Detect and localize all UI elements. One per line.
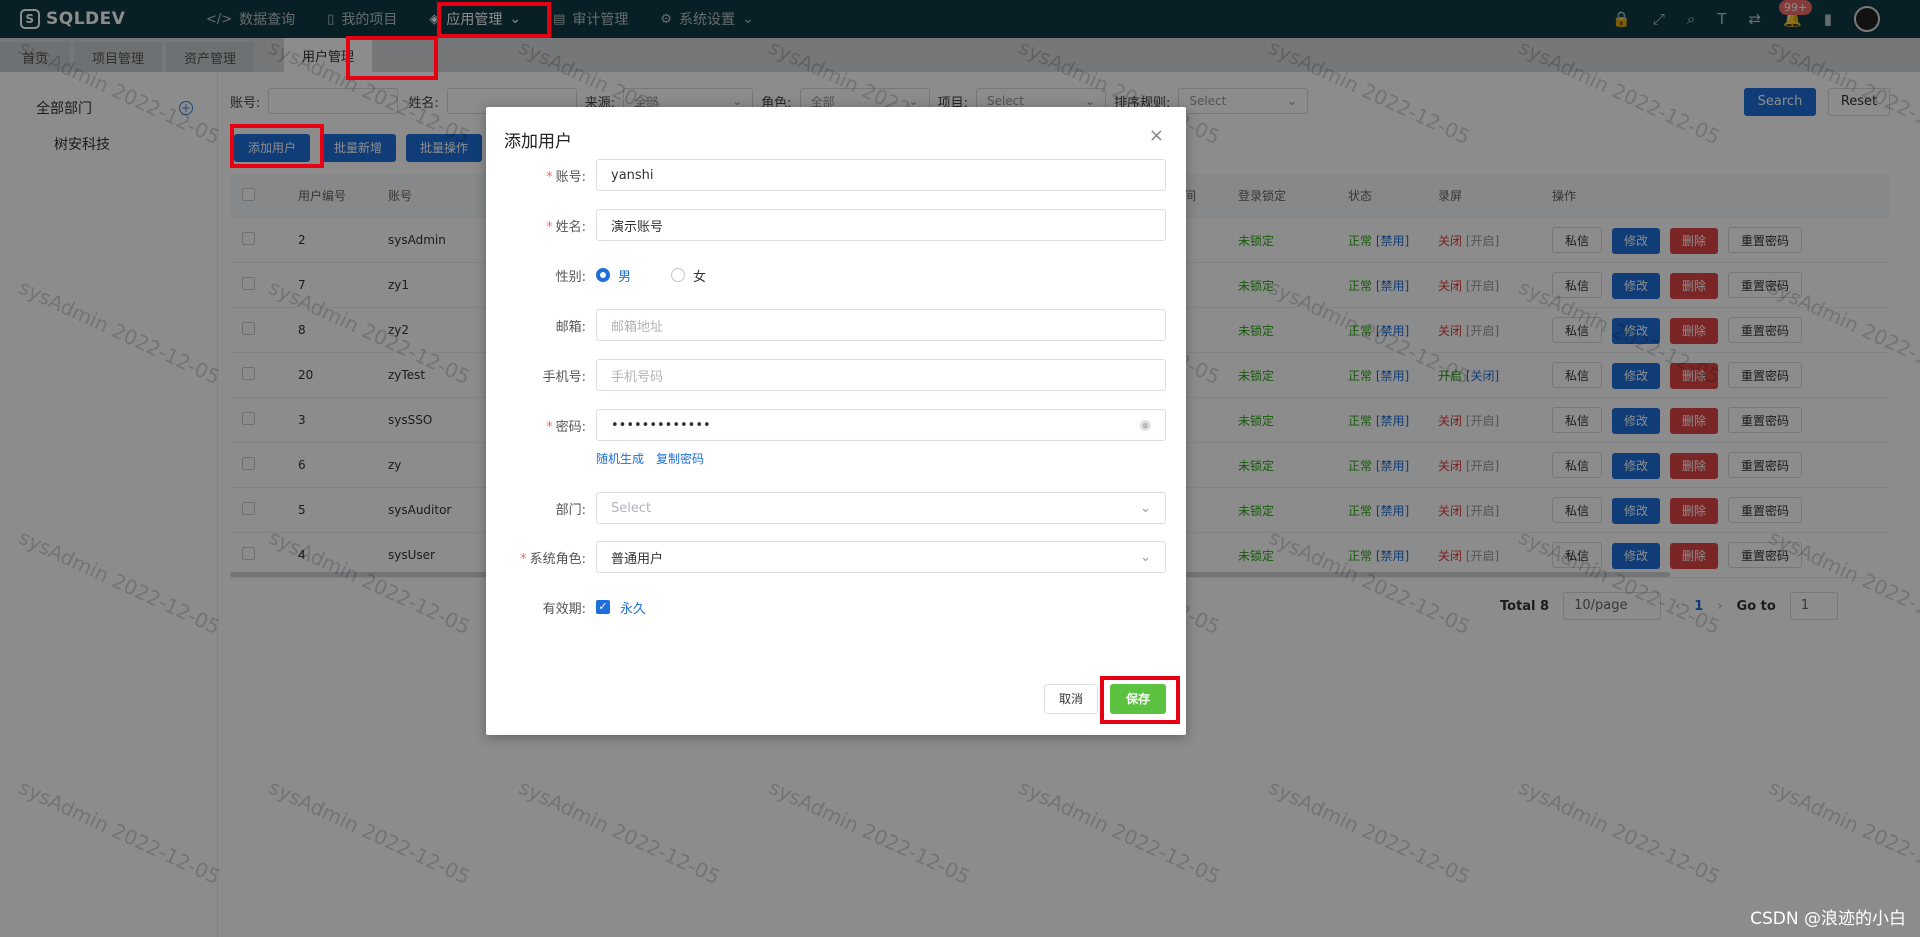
- phone-label: 手机号:: [542, 369, 586, 385]
- copy-password-link[interactable]: 复制密码: [656, 450, 704, 467]
- gender-female-radio[interactable]: [671, 268, 686, 282]
- validity-checkbox[interactable]: ✓: [596, 600, 610, 614]
- role-value: 普通用户: [611, 551, 664, 567]
- validity-label: 有效期:: [542, 601, 586, 617]
- department-row: 部门: Select ⌄: [486, 492, 1186, 524]
- password-value: •••••••••••••: [611, 417, 711, 433]
- email-label: 邮箱:: [555, 319, 586, 335]
- credit-watermark: CSDN @浪迹的小白: [1750, 909, 1906, 929]
- role-select[interactable]: 普通用户 ⌄: [596, 541, 1166, 573]
- email-row: 邮箱: 邮箱地址: [486, 309, 1186, 341]
- eye-icon[interactable]: ◉: [1140, 418, 1151, 433]
- account-row: * 账号: yanshi: [486, 159, 1186, 191]
- phone-row: 手机号: 手机号码: [486, 359, 1186, 391]
- random-generate-link[interactable]: 随机生成: [596, 450, 644, 467]
- gender-female-label[interactable]: 女: [693, 266, 706, 285]
- name-field[interactable]: 演示账号: [596, 209, 1166, 241]
- role-label: * 系统角色:: [520, 551, 586, 567]
- department-placeholder: Select: [611, 500, 652, 516]
- save-button[interactable]: 保存: [1110, 684, 1166, 714]
- gender-label: 性别:: [555, 269, 586, 285]
- role-row: * 系统角色: 普通用户 ⌄: [486, 541, 1186, 573]
- dialog-title: 添加用户: [504, 132, 572, 152]
- password-links: 随机生成 复制密码: [596, 450, 704, 467]
- password-field[interactable]: ••••••••••••• ◉: [596, 409, 1166, 441]
- account-label: * 账号:: [546, 169, 586, 185]
- account-field[interactable]: yanshi: [596, 159, 1166, 191]
- validity-row: 有效期: ✓ 永久: [486, 591, 1186, 623]
- name-label: * 姓名:: [546, 219, 586, 235]
- department-select[interactable]: Select ⌄: [596, 492, 1166, 524]
- close-icon[interactable]: ×: [1149, 125, 1164, 146]
- validity-permanent-label[interactable]: 永久: [620, 598, 646, 617]
- department-label: 部门:: [555, 502, 586, 518]
- add-user-dialog: 添加用户 × * 账号: yanshi * 姓名: 演示账号 性别: 男 女 邮箱:…: [486, 107, 1186, 735]
- email-field[interactable]: 邮箱地址: [596, 309, 1166, 341]
- gender-male-radio[interactable]: [596, 268, 610, 282]
- password-label: * 密码:: [546, 419, 586, 435]
- password-row: * 密码: ••••••••••••• ◉: [486, 409, 1186, 441]
- gender-male-label[interactable]: 男: [618, 266, 631, 285]
- validity-group: ✓ 永久: [596, 598, 646, 617]
- gender-row: 性别: 男 女: [486, 259, 1186, 291]
- cancel-button[interactable]: 取消: [1044, 684, 1098, 714]
- chevron-down-icon: ⌄: [1140, 549, 1151, 565]
- chevron-down-icon: ⌄: [1140, 500, 1151, 516]
- name-row: * 姓名: 演示账号: [486, 209, 1186, 241]
- gender-radio-group: 男 女: [596, 266, 706, 285]
- phone-field[interactable]: 手机号码: [596, 359, 1166, 391]
